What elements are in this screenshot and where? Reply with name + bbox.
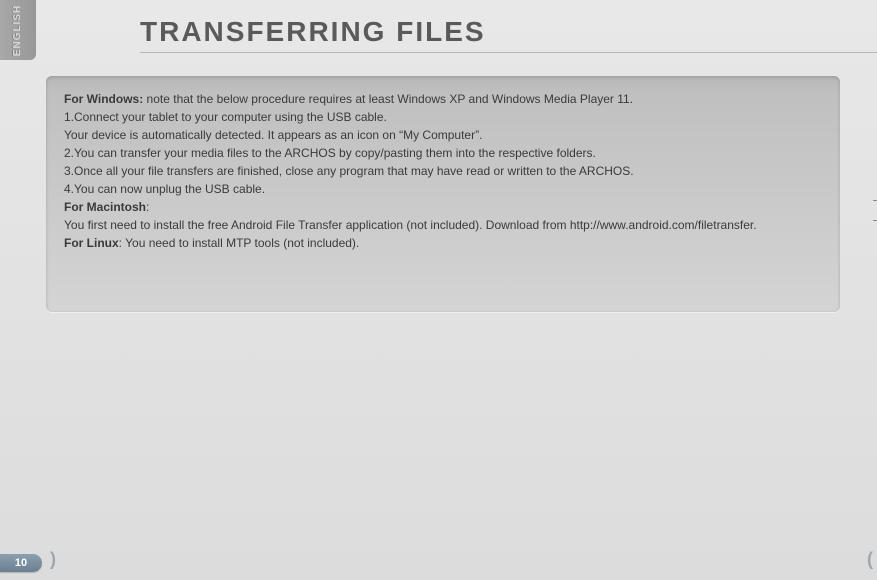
language-tab: ENGLISH xyxy=(0,0,36,60)
page-title: TRANSFERRING FILES xyxy=(140,16,486,48)
mac-text: You first need to install the free Andro… xyxy=(64,216,822,234)
step-4: 4.You can now unplug the USB cable. xyxy=(64,180,822,198)
language-label: ENGLISH xyxy=(13,4,24,55)
step-2: 2.You can transfer your media files to t… xyxy=(64,144,822,162)
page-footer: 10 ) ( xyxy=(0,558,877,580)
crop-mark xyxy=(873,220,877,221)
crop-mark xyxy=(873,200,877,201)
footer-bracket-left-icon: ) xyxy=(50,549,56,570)
instructions-panel: For Windows: note that the below procedu… xyxy=(46,76,840,312)
page-number: 10 xyxy=(15,557,27,569)
footer-bracket-right-icon: ( xyxy=(867,549,873,570)
step-3: 3.Once all your file transfers are finis… xyxy=(64,162,822,180)
page-number-badge: 10 xyxy=(0,554,42,572)
windows-intro: note that the below procedure requires a… xyxy=(143,92,633,106)
linux-text: : You need to install MTP tools (not inc… xyxy=(119,236,360,250)
step-1: 1.Connect your tablet to your computer u… xyxy=(64,108,822,126)
detected-line: Your device is automatically detected. I… xyxy=(64,126,822,144)
windows-heading: For Windows: xyxy=(64,92,143,106)
mac-heading: For Macintosh xyxy=(64,200,146,214)
mac-colon: : xyxy=(146,200,149,214)
windows-line: For Windows: note that the below procedu… xyxy=(64,90,822,108)
linux-heading: For Linux xyxy=(64,236,119,250)
linux-line: For Linux: You need to install MTP tools… xyxy=(64,234,822,252)
mac-heading-line: For Macintosh: xyxy=(64,198,822,216)
title-underline xyxy=(140,52,877,53)
